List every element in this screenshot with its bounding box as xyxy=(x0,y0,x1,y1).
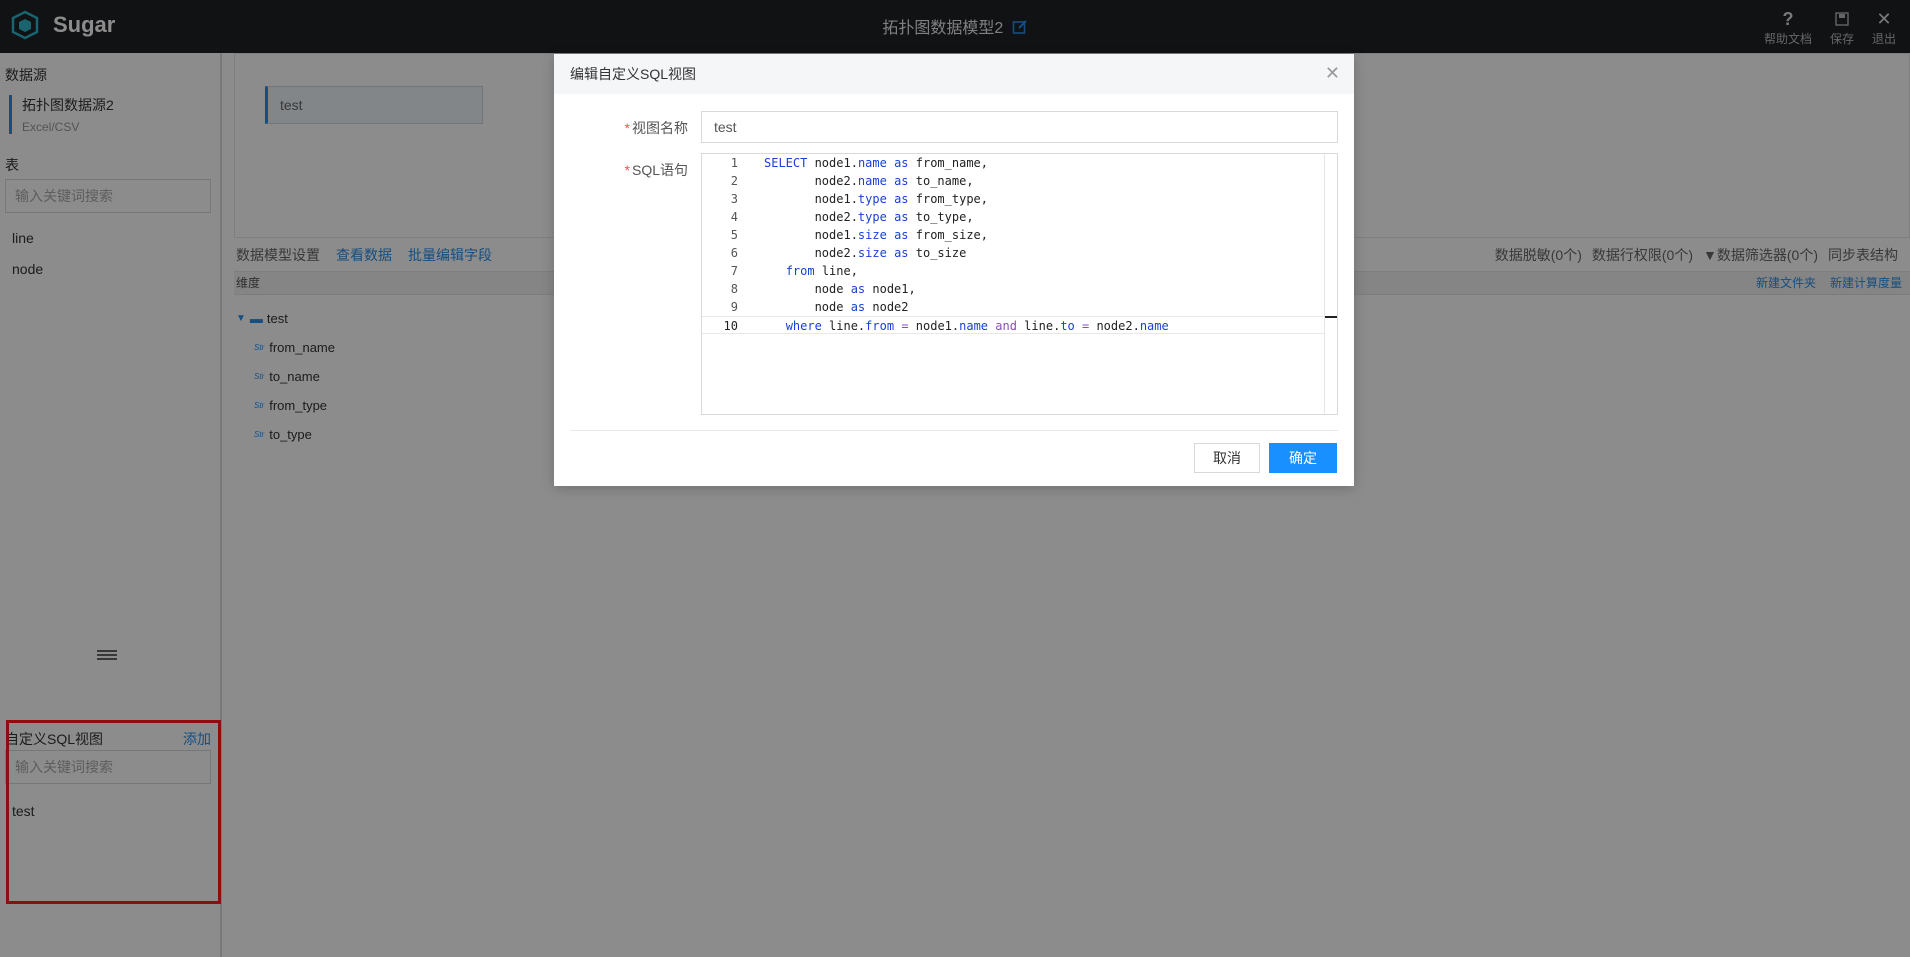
line-number: 10 xyxy=(723,319,738,333)
code-line-active: 10 where line.from = node1.name and line… xyxy=(702,316,1324,334)
code-text: from line, xyxy=(785,264,858,278)
line-number: 2 xyxy=(730,174,738,188)
dialog-title: 编辑自定义SQL视图 xyxy=(570,66,697,82)
dialog-close-icon[interactable]: ✕ xyxy=(1325,54,1340,92)
code-text: SELECT node1.name as from_name, xyxy=(764,156,989,170)
cancel-button[interactable]: 取消 xyxy=(1194,443,1260,473)
confirm-button[interactable]: 确定 xyxy=(1269,443,1337,473)
code-text: node as node1, xyxy=(764,282,916,296)
code-line: 5 node1.size as from_size, xyxy=(702,226,1324,244)
code-text: node2.size as to_size xyxy=(764,246,967,260)
line-number: 8 xyxy=(730,282,738,296)
view-name-input[interactable]: test xyxy=(701,111,1338,143)
code-line: 7 from line, xyxy=(702,262,1324,280)
line-number: 3 xyxy=(730,192,738,206)
code-text: node1.size as from_size, xyxy=(764,228,988,242)
view-name-label-text: 视图名称 xyxy=(632,120,688,136)
dialog-footer-divider xyxy=(570,430,1338,431)
sql-code-editor[interactable]: 1 SELECT node1.name as from_name, 2 node2… xyxy=(701,153,1338,415)
line-number: 7 xyxy=(730,264,738,278)
code-line: 2 node2.name as to_name, xyxy=(702,172,1324,190)
sql-label: * SQL语句 xyxy=(624,162,688,178)
code-line: 8 node as node1, xyxy=(702,280,1324,298)
code-text: node as node2 xyxy=(764,300,909,314)
text-cursor xyxy=(1325,316,1337,318)
edit-sqlview-dialog: 编辑自定义SQL视图 ✕ * 视图名称 test * SQL语句 1 SELECT n… xyxy=(554,54,1354,486)
code-text: where line.from = node1.name and line.to… xyxy=(785,319,1169,333)
line-number: 4 xyxy=(730,210,738,224)
code-line: 9 node as node2 xyxy=(702,298,1324,316)
code-line: 6 node2.size as to_size xyxy=(702,244,1324,262)
sql-label-text: SQL语句 xyxy=(631,162,688,178)
code-text: node1.type as from_type, xyxy=(764,192,988,206)
editor-scrollbar[interactable] xyxy=(1324,154,1337,414)
line-number: 9 xyxy=(730,300,738,314)
code-text: node2.type as to_type, xyxy=(764,210,974,224)
code-text: node2.name as to_name, xyxy=(764,174,974,188)
line-number: 6 xyxy=(730,246,738,260)
code-line: 3 node1.type as from_type, xyxy=(702,190,1324,208)
line-number: 1 xyxy=(730,156,738,170)
line-number: 5 xyxy=(730,228,738,242)
dialog-header: 编辑自定义SQL视图 ✕ xyxy=(554,54,1354,94)
code-line: 4 node2.type as to_type, xyxy=(702,208,1324,226)
code-line: 1 SELECT node1.name as from_name, xyxy=(702,154,1324,172)
view-name-label: * 视图名称 xyxy=(624,120,688,136)
